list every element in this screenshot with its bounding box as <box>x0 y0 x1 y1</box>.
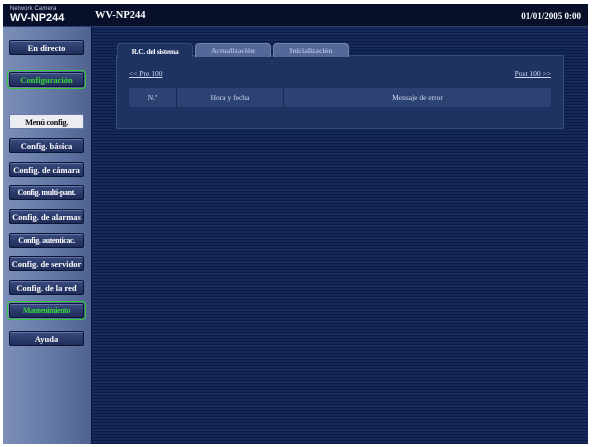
tab-initialize[interactable]: Inicialización <box>273 43 349 57</box>
column-number: N.º <box>129 88 177 107</box>
page-title: WV-NP244 <box>95 10 146 21</box>
sidebar-item-authentication[interactable]: Config. autenticac. <box>9 233 84 248</box>
sidebar-item-server[interactable]: Config. de servidor <box>9 256 84 271</box>
sidebar-item-alarm[interactable]: Config. de alarmas <box>9 209 84 224</box>
sidebar-item-basic[interactable]: Config. básica <box>9 138 84 153</box>
help-button[interactable]: Ayuda <box>9 331 84 346</box>
system-log-panel: R.C. del sistema Actualización Inicializ… <box>116 43 564 129</box>
column-error-message: Mensaje de error <box>392 93 443 102</box>
tab-upgrade[interactable]: Actualización <box>195 43 271 57</box>
log-table-header: N.º Hora y fecha Mensaje de error <box>129 88 551 107</box>
setup-menu-label: Menú config. <box>9 114 84 129</box>
app-window: Network Camera WV-NP244 WV-NP244 01/01/2… <box>3 4 588 444</box>
sidebar-item-maintenance[interactable]: Mantenimiento <box>7 301 86 320</box>
sidebar-item-network[interactable]: Config. de la red <box>9 280 84 295</box>
live-button[interactable]: En directo <box>9 40 84 55</box>
tab-system-log[interactable]: R.C. del sistema <box>117 43 193 58</box>
main-content: R.C. del sistema Actualización Inicializ… <box>92 27 588 444</box>
datetime-display: 01/01/2005 0:00 <box>521 11 581 21</box>
column-date-time: Hora y fecha <box>177 88 284 107</box>
next-100-link[interactable]: Post 100 >> <box>515 69 551 78</box>
top-bar: Network Camera WV-NP244 WV-NP244 01/01/2… <box>3 4 588 27</box>
sidebar: En directo Configuración Menú config. Co… <box>3 27 92 444</box>
sidebar-item-camera[interactable]: Config. de cámara <box>9 162 84 177</box>
prev-100-link[interactable]: << Pre 100 <box>129 69 162 78</box>
sidebar-item-multiscreen[interactable]: Config. multi-pant. <box>9 185 84 200</box>
brand-model: WV-NP244 <box>10 12 65 24</box>
configuration-button[interactable]: Configuración <box>7 70 86 89</box>
